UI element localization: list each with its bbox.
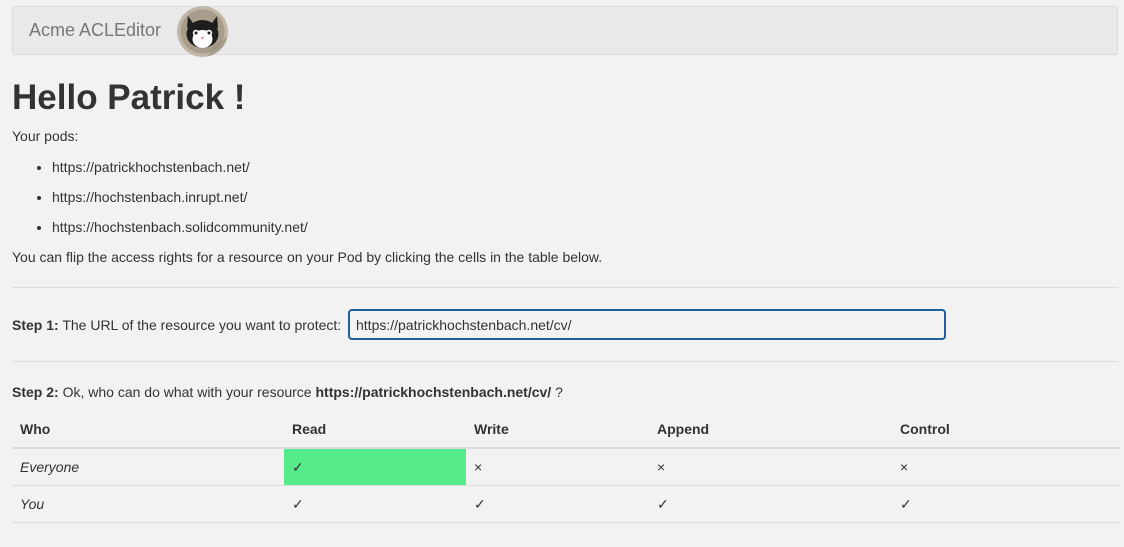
who-cell: Everyone [12,448,284,486]
write-toggle-cell[interactable]: × [466,448,649,486]
divider [12,287,1118,288]
brand-link[interactable]: Acme ACLEditor [29,20,161,41]
navbar: Acme ACLEditor [12,6,1118,57]
step2-bold: Step 2: [12,384,59,400]
header-who: Who [12,411,284,449]
divider [12,361,1118,362]
header-control: Control [892,411,1120,449]
header-append: Append [649,411,892,449]
table-row: Everyone ✓ × × × [12,448,1120,486]
check-icon: ✓ [657,495,669,512]
read-toggle-cell[interactable]: ✓ [284,485,466,523]
read-toggle-cell[interactable]: ✓ [284,448,466,486]
pod-link[interactable]: https://hochstenbach.solidcommunity.net/ [52,219,308,235]
pod-link[interactable]: https://patrickhochstenbach.net/ [52,159,250,175]
cat-avatar-icon[interactable] [177,6,228,57]
greeting-heading: Hello Patrick ! [12,78,246,117]
check-icon: ✓ [292,458,304,475]
cross-icon: × [900,459,909,475]
header-write: Write [466,411,649,449]
pods-label: Your pods: [12,128,79,144]
step1-text: The URL of the resource you want to prot… [58,317,342,333]
step2-suffix: ? [551,384,563,400]
instructions-text: You can flip the access rights for a res… [12,249,603,265]
who-cell: You [12,485,284,523]
table-row: You ✓ ✓ ✓ ✓ [12,485,1120,523]
check-icon: ✓ [292,495,304,512]
cross-icon: × [657,459,666,475]
list-item: https://hochstenbach.inrupt.net/ [52,179,308,209]
step2-label: Step 2: Ok, who can do what with your re… [12,384,563,400]
pod-link[interactable]: https://hochstenbach.inrupt.net/ [52,189,247,205]
resource-url-input[interactable] [348,309,946,340]
append-toggle-cell[interactable]: × [649,448,892,486]
control-toggle-cell[interactable]: × [892,448,1120,486]
step2-text: Ok, who can do what with your resource [58,384,316,400]
header-read: Read [284,411,466,449]
append-toggle-cell[interactable]: ✓ [649,485,892,523]
pods-list: https://patrickhochstenbach.net/ https:/… [12,149,308,239]
control-toggle-cell[interactable]: ✓ [892,485,1120,523]
cross-icon: × [474,459,483,475]
step1-bold: Step 1: [12,317,59,333]
list-item: https://hochstenbach.solidcommunity.net/ [52,209,308,239]
acl-table: Who Read Write Append Control Everyone ✓… [12,411,1120,523]
write-toggle-cell[interactable]: ✓ [466,485,649,523]
page: Acme ACLEditor Hello Patrick ! Your pods… [0,0,1124,547]
list-item: https://patrickhochstenbach.net/ [52,149,308,179]
step2-resource: https://patrickhochstenbach.net/cv/ [315,384,552,400]
step1-label: Step 1: The URL of the resource you want… [12,317,341,333]
check-icon: ✓ [900,495,912,512]
table-header-row: Who Read Write Append Control [12,411,1120,449]
check-icon: ✓ [474,495,486,512]
